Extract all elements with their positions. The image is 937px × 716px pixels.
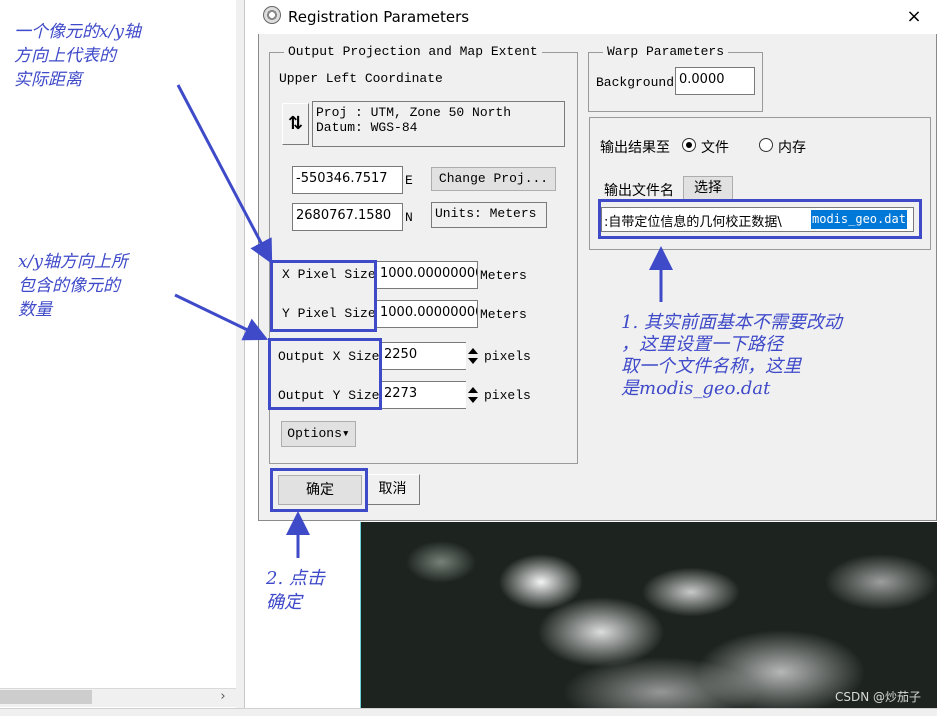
- annotation-line: 实际距离: [14, 70, 82, 90]
- annotation-line: x/y轴方向上所: [18, 252, 128, 272]
- annotation-line: 包含的像元的: [18, 276, 120, 296]
- annotation-line: 是modis_geo.dat: [621, 378, 771, 399]
- pixel-size-annotation: 一个像元的x/y轴 方向上代表的 实际距离: [14, 20, 141, 92]
- annotation-line: 2. 点击: [266, 568, 325, 589]
- output-size-annotation: x/y轴方向上所 包含的像元的 数量: [18, 250, 128, 322]
- step1-annotation: 1. 其实前面基本不需要改动 ，这里设置一下路径 取一个文件名称，这里 是mod…: [621, 312, 842, 400]
- annotation-line: 方向上代表的: [14, 46, 116, 66]
- annotation-line: 数量: [18, 300, 52, 320]
- annotation-line: 1. 其实前面基本不需要改动: [621, 312, 842, 333]
- annotation-line: 取一个文件名称，这里: [621, 356, 801, 377]
- step2-annotation: 2. 点击 确定: [266, 567, 325, 615]
- annotation-line: 确定: [266, 592, 302, 613]
- arrow-to-pixel-size: [176, 84, 273, 264]
- annotation-line: 一个像元的x/y轴: [14, 22, 141, 42]
- annotation-line: ，这里设置一下路径: [621, 334, 783, 355]
- arrow-to-output-size: [174, 293, 269, 341]
